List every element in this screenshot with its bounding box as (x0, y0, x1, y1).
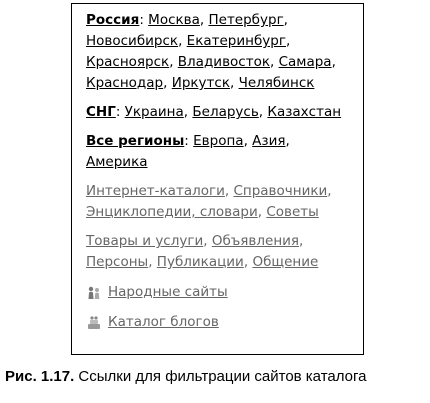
categories-block-2: Товары и услуги, Объявления, Персоны, Пу… (86, 231, 355, 273)
country-link[interactable]: Украина (125, 104, 184, 120)
comma: , (199, 12, 205, 28)
comma: , (169, 54, 174, 70)
cis-block: СНГ: Украина, Беларусь, Казахстан (86, 102, 355, 123)
category-link[interactable]: Персоны (86, 254, 148, 270)
country-link[interactable]: Казахстан (267, 104, 341, 120)
category-link[interactable]: Публикации (157, 254, 244, 270)
comma: , (243, 254, 249, 270)
region-link[interactable]: Европа (193, 133, 243, 149)
russia-block: Россия: Москва, Петербург, Новосибирск, … (86, 10, 355, 94)
comma: , (229, 75, 235, 91)
city-link[interactable]: Новосибирск (86, 33, 178, 49)
country-link[interactable]: Беларусь (192, 104, 258, 120)
comma: , (331, 54, 336, 70)
city-link[interactable]: Владивосток (178, 54, 270, 70)
city-link[interactable]: Самара (279, 54, 332, 70)
comma: , (224, 183, 230, 199)
people-icon (86, 285, 102, 301)
figure-number: Рис. 1.17. (5, 368, 75, 385)
comma: , (285, 133, 290, 149)
colon: : (184, 133, 189, 149)
blog-catalog-link[interactable]: Каталог блогов (108, 312, 219, 333)
catalog-filter-panel: Россия: Москва, Петербург, Новосибирск, … (71, 3, 364, 355)
figure-caption-text: Ссылки для фильтрации сайтов каталога (74, 368, 367, 385)
city-link[interactable]: Петербург (208, 12, 283, 28)
comma: , (243, 133, 248, 149)
comma: , (269, 54, 275, 70)
comma: , (258, 104, 264, 120)
comma: , (257, 204, 263, 220)
blog-icon (86, 315, 102, 331)
comma: , (183, 104, 189, 120)
people-sites-link[interactable]: Народные сайты (108, 282, 228, 303)
blog-catalog-row: Каталог блогов (86, 312, 355, 333)
comma: , (178, 33, 183, 49)
region-link[interactable]: Америка (86, 154, 148, 170)
people-sites-row: Народные сайты (86, 282, 355, 303)
colon: : (139, 12, 144, 28)
city-link[interactable]: Челябинск (239, 75, 315, 91)
regions-heading[interactable]: Все регионы (86, 133, 184, 149)
comma: , (283, 12, 288, 28)
region-link[interactable]: Азия (252, 133, 285, 149)
russia-heading[interactable]: Россия (86, 12, 139, 28)
city-link[interactable]: Москва (148, 12, 200, 28)
city-link[interactable]: Красноярск (86, 54, 169, 70)
categories-block-1: Интернет-каталоги, Справочники, Энциклоп… (86, 181, 355, 223)
figure-caption: Рис. 1.17. Ссылки для фильтрации сайтов … (5, 368, 425, 385)
city-link[interactable]: Иркутск (172, 75, 230, 91)
city-link[interactable]: Краснодар (86, 75, 163, 91)
category-link[interactable]: Справочники (233, 183, 327, 199)
city-link[interactable]: Екатеринбург (187, 33, 286, 49)
comma: , (285, 33, 291, 49)
regions-block: Все регионы: Европа, Азия, Америка (86, 131, 355, 173)
comma: , (203, 233, 208, 249)
category-link[interactable]: Общение (252, 254, 318, 270)
comma: , (163, 75, 168, 91)
comma: , (327, 183, 332, 199)
comma: , (148, 254, 153, 270)
cis-heading[interactable]: СНГ (86, 104, 116, 120)
category-link[interactable]: Советы (266, 204, 318, 220)
colon: : (115, 104, 121, 120)
category-link[interactable]: Объявления (212, 233, 299, 249)
category-link[interactable]: Энциклопедии, словари (86, 204, 258, 220)
category-link[interactable]: Интернет-каталоги (86, 183, 225, 199)
comma: , (299, 233, 304, 249)
category-link[interactable]: Товары и услуги (86, 233, 203, 249)
